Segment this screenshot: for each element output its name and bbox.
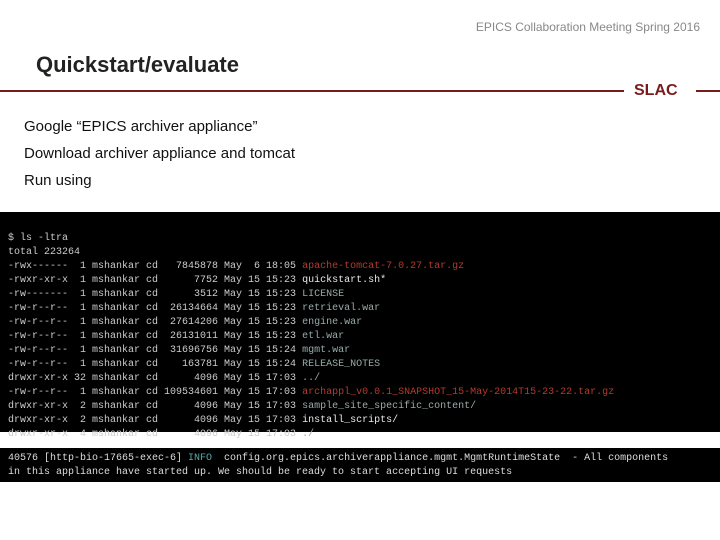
body-line-3: Run using [24,172,696,189]
log-rest: config.org.epics.archiverappliance.mgmt.… [212,453,668,464]
slac-logo: SLAC [624,78,696,100]
slide: EPICS Collaboration Meeting Spring 2016 … [0,0,720,540]
body-text: Google “EPICS archiver appliance” Downlo… [24,118,696,199]
term-rows: -rwx------ 1 mshankar cd 7845878 May 6 1… [8,260,712,442]
log-block: 40576 [http-bio-17665-exec-6] INFO confi… [0,448,720,482]
meeting-label: EPICS Collaboration Meeting Spring 2016 [0,20,700,34]
term-ls-cmd: $ ls -ltra [8,233,68,244]
log-line2: in this appliance have started up. We sh… [8,467,512,478]
title-rule [0,90,720,92]
logo-text: SLAC [634,82,678,99]
term-total: total 223264 [8,247,80,258]
log-level: INFO [188,453,212,464]
body-line-1: Google “EPICS archiver appliance” [24,118,696,135]
terminal-block: $ ls -ltra total 223264 -rwx------ 1 msh… [0,212,720,432]
body-line-2: Download archiver appliance and tomcat [24,145,696,162]
page-title: Quickstart/evaluate [36,52,239,78]
log-prefix: 40576 [http-bio-17665-exec-6] [8,453,188,464]
